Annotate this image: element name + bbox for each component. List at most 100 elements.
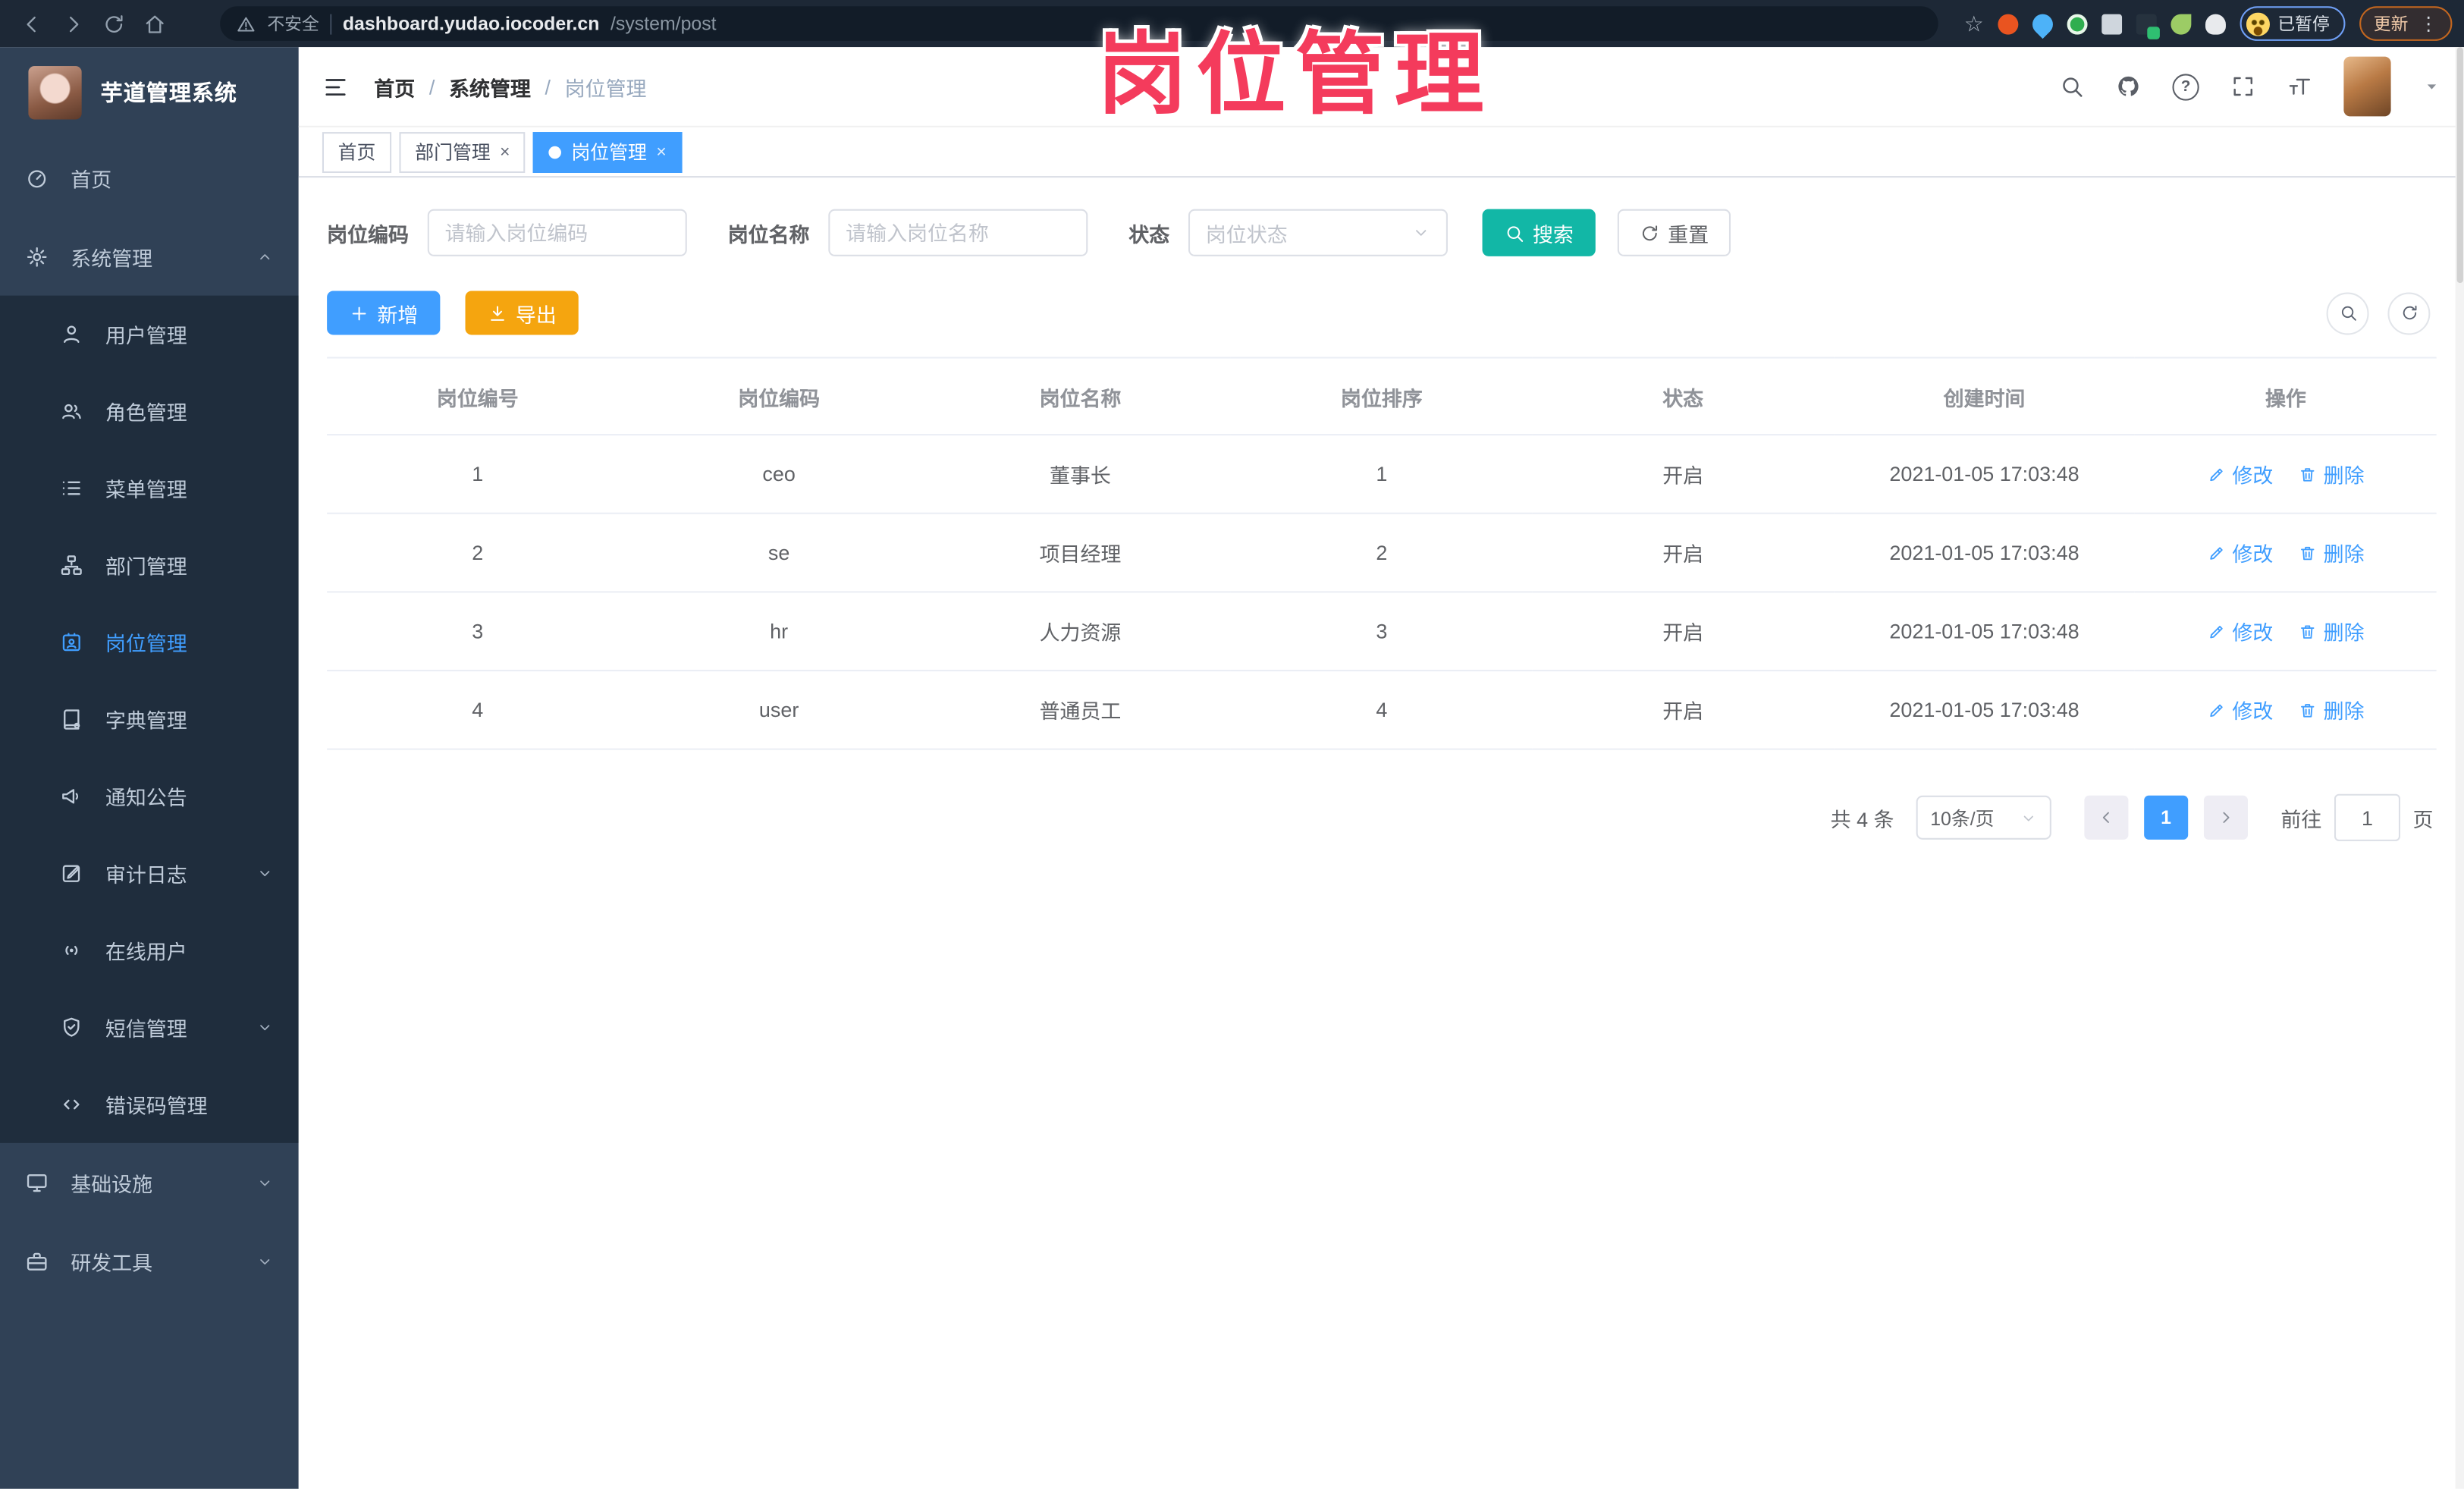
delete-link[interactable]: 删除 bbox=[2299, 616, 2365, 646]
refresh-button[interactable] bbox=[2387, 291, 2431, 335]
github-icon[interactable] bbox=[2116, 74, 2141, 99]
post-name-label: 岗位名称 bbox=[727, 222, 810, 247]
paused-extension-badge[interactable]: 已暂停 bbox=[2240, 6, 2346, 41]
fullscreen-icon[interactable] bbox=[2230, 74, 2255, 99]
close-icon[interactable]: × bbox=[656, 143, 666, 162]
filter-post-name: 岗位名称 bbox=[728, 209, 1088, 256]
sidebar-item-online-users[interactable]: 在线用户 bbox=[0, 912, 299, 989]
address-bar[interactable]: 不安全 dashboard.yudao.iocoder.cn /system/p… bbox=[220, 6, 1939, 41]
chevron-up-icon bbox=[256, 247, 274, 265]
search-toggle-icon bbox=[2338, 303, 2357, 322]
search-icon[interactable] bbox=[2059, 74, 2084, 99]
table-row: 4 user 普通员工 4 开启 2021-01-05 17:03:48 修改 删除 bbox=[327, 671, 2437, 750]
cell-id: 1 bbox=[327, 435, 629, 514]
sidebar-toggle-icon[interactable] bbox=[322, 73, 349, 99]
sidebar-item-user-management[interactable]: 用户管理 bbox=[0, 296, 299, 373]
sidebar-item-system-management[interactable]: 系统管理 bbox=[0, 217, 299, 296]
app-title: 芋道管理系统 bbox=[100, 80, 237, 105]
next-page-button[interactable] bbox=[2203, 795, 2248, 840]
close-icon[interactable]: × bbox=[500, 143, 510, 162]
sidebar-menu: 首页 系统管理 用户管理 角色管理 菜单管理 部门管理 岗位管理 字典管理 通知公告 审计日志 在线… bbox=[0, 138, 299, 1488]
tab-label: 部门管理 bbox=[415, 141, 491, 164]
delete-link[interactable]: 删除 bbox=[2299, 538, 2365, 567]
search-button[interactable]: 搜索 bbox=[1482, 209, 1596, 256]
post-name-input[interactable] bbox=[828, 209, 1088, 256]
status-select[interactable]: 岗位状态 bbox=[1188, 209, 1449, 256]
breadcrumb-item[interactable]: 首页 bbox=[374, 71, 415, 101]
sidebar-item-audit-log[interactable]: 审计日志 bbox=[0, 835, 299, 913]
tab-岗位管理[interactable]: 岗位管理 × bbox=[533, 131, 683, 172]
ext-leaf-icon[interactable] bbox=[2171, 13, 2192, 34]
cell-code: se bbox=[628, 513, 930, 593]
table-toolbar: 新增 导出 bbox=[327, 291, 2437, 335]
cell-code: hr bbox=[628, 592, 930, 672]
tags-bar: 首页 部门管理 × 岗位管理 × bbox=[298, 125, 2464, 178]
sidebar-item-sms-management[interactable]: 短信管理 bbox=[0, 989, 299, 1066]
search-button-icon bbox=[1505, 222, 1525, 243]
gear-icon bbox=[25, 244, 49, 268]
chevron-down-icon bbox=[2020, 809, 2037, 826]
ext-ubuntu-icon[interactable] bbox=[1998, 13, 2019, 34]
sidebar-item-notice-announcement[interactable]: 通知公告 bbox=[0, 758, 299, 835]
delete-link[interactable]: 删除 bbox=[2299, 695, 2365, 724]
browser-menu-icon[interactable]: ⋮ bbox=[2419, 13, 2438, 35]
page-size-select[interactable]: 10条/页 bbox=[1916, 795, 2051, 840]
browser-forward-icon[interactable] bbox=[53, 5, 91, 42]
status-label: 状态 bbox=[1128, 222, 1170, 247]
sidebar-item-dict-management[interactable]: 字典管理 bbox=[0, 680, 299, 758]
add-button[interactable]: 新增 bbox=[327, 291, 441, 335]
edit-icon bbox=[2207, 543, 2226, 562]
avatar[interactable] bbox=[2343, 56, 2391, 117]
sidebar-item-error-code-management[interactable]: 错误码管理 bbox=[0, 1066, 299, 1143]
edit-link[interactable]: 修改 bbox=[2207, 459, 2273, 488]
reset-button[interactable]: 重置 bbox=[1617, 209, 1731, 256]
delete-link[interactable]: 删除 bbox=[2299, 459, 2365, 488]
cell-created: 2021-01-05 17:03:48 bbox=[1833, 592, 2136, 672]
sidebar-item-dept-management[interactable]: 部门管理 bbox=[0, 526, 299, 604]
page-number-button[interactable]: 1 bbox=[2144, 795, 2189, 840]
url-path: /system/post bbox=[610, 12, 717, 35]
ext-check-icon[interactable] bbox=[2067, 13, 2088, 34]
app-logo-row[interactable]: 芋道管理系统 bbox=[0, 47, 299, 138]
edit-link[interactable]: 修改 bbox=[2207, 695, 2273, 724]
ext-monitor-icon[interactable] bbox=[2136, 13, 2160, 39]
breadcrumb-item[interactable]: 系统管理 bbox=[449, 71, 531, 101]
cell-name: 普通员工 bbox=[929, 671, 1232, 750]
bookmark-star-icon[interactable]: ☆ bbox=[1964, 10, 1984, 36]
browser-back-icon[interactable] bbox=[13, 5, 51, 42]
post-code-input[interactable] bbox=[427, 209, 687, 256]
browser-update-button[interactable]: 更新 ⋮ bbox=[2359, 6, 2453, 41]
hide-search-button[interactable] bbox=[2326, 291, 2369, 335]
ext-paw-icon[interactable] bbox=[2205, 13, 2226, 34]
chevron-left-icon bbox=[2097, 808, 2116, 827]
download-icon bbox=[488, 303, 508, 323]
sidebar-item-menu-management[interactable]: 菜单管理 bbox=[0, 450, 299, 527]
export-button[interactable]: 导出 bbox=[465, 291, 579, 335]
font-size-icon[interactable] bbox=[2287, 74, 2312, 99]
user-menu-caret-icon[interactable] bbox=[2422, 77, 2441, 96]
help-icon[interactable]: ? bbox=[2172, 73, 2199, 100]
tab-部门管理[interactable]: 部门管理 × bbox=[399, 131, 526, 172]
scrollbar-thumb[interactable] bbox=[2456, 47, 2463, 284]
chevron-down-icon bbox=[256, 1019, 274, 1036]
sidebar-item-role-management[interactable]: 角色管理 bbox=[0, 372, 299, 450]
page-scrollbar[interactable] bbox=[2455, 47, 2464, 1489]
sidebar-item-infrastructure[interactable]: 基础设施 bbox=[0, 1143, 299, 1222]
app-logo bbox=[28, 66, 82, 120]
browser-reload-icon[interactable] bbox=[94, 5, 132, 42]
tab-首页[interactable]: 首页 bbox=[322, 131, 392, 172]
sidebar-item-post-management[interactable]: 岗位管理 bbox=[0, 604, 299, 681]
ext-grid-icon[interactable] bbox=[2101, 13, 2123, 34]
sidebar-item-dev-tools[interactable]: 研发工具 bbox=[0, 1221, 299, 1300]
column-header: 岗位排序 bbox=[1231, 357, 1533, 436]
ext-drop-icon[interactable] bbox=[2028, 9, 2058, 39]
edit-icon bbox=[2207, 622, 2226, 641]
goto-page-input[interactable] bbox=[2334, 793, 2400, 841]
browser-home-icon[interactable] bbox=[135, 5, 173, 42]
column-header: 岗位编号 bbox=[327, 357, 629, 436]
post-code-label: 岗位编码 bbox=[327, 222, 409, 247]
prev-page-button[interactable] bbox=[2084, 795, 2129, 840]
sidebar-item-home[interactable]: 首页 bbox=[0, 138, 299, 217]
edit-link[interactable]: 修改 bbox=[2207, 616, 2273, 646]
edit-link[interactable]: 修改 bbox=[2207, 538, 2273, 567]
